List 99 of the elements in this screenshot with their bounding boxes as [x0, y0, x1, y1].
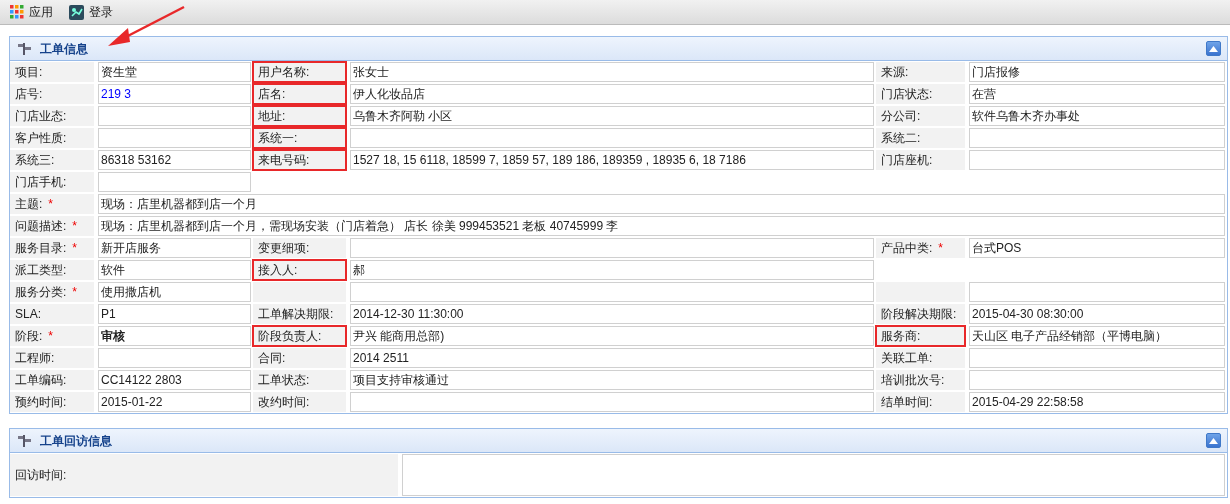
- input-field[interactable]: 2014 2511: [350, 348, 874, 368]
- field-label: 客户性质:: [15, 130, 67, 147]
- field-label: 工单编码:: [15, 372, 67, 389]
- input-field[interactable]: 尹兴 能商用总部): [350, 326, 874, 346]
- input-field[interactable]: 软件: [98, 260, 251, 280]
- field-label: 阶段解决期限:: [881, 306, 957, 323]
- field-label: 阶段负责人:: [258, 328, 322, 345]
- field-label: 服务目录:: [15, 240, 67, 257]
- field-label: 服务分类:: [15, 284, 67, 301]
- input-field[interactable]: P1: [98, 304, 251, 324]
- input-field[interactable]: 乌鲁木齐阿勒 小区: [350, 106, 874, 126]
- input-field[interactable]: [350, 392, 874, 412]
- toolbar-button[interactable]: 登录: [65, 3, 117, 21]
- input-field[interactable]: [969, 150, 1225, 170]
- field-label: 工单解决期限:: [258, 306, 334, 323]
- field-label: 工单状态:: [258, 372, 310, 389]
- input-field[interactable]: 现场：店里机器都到店一个月: [98, 194, 1225, 214]
- input-field[interactable]: [98, 128, 251, 148]
- field-label: 派工类型:: [15, 262, 67, 279]
- input-field[interactable]: [350, 282, 874, 302]
- field-label: 用户名称:: [258, 64, 310, 81]
- input-field[interactable]: [969, 128, 1225, 148]
- input-field[interactable]: 2015-04-30 08:30:00: [969, 304, 1225, 324]
- field-label: 店号:: [15, 86, 43, 103]
- field-label: 关联工单:: [881, 350, 933, 367]
- field-label: 预约时间:: [15, 394, 67, 411]
- panel-title: 工单回访信息: [40, 432, 112, 450]
- field-label: 店名:: [258, 86, 286, 103]
- field-label: 回访时间:: [15, 467, 67, 484]
- field-label: 阶段:: [15, 328, 43, 345]
- input-field[interactable]: [969, 348, 1225, 368]
- toolbar-button[interactable]: 应用: [6, 3, 57, 21]
- required-mark: *: [48, 196, 53, 213]
- required-mark: *: [938, 240, 943, 257]
- input-field[interactable]: 门店报修: [969, 62, 1225, 82]
- input-field[interactable]: 软件乌鲁木齐办事处: [969, 106, 1225, 126]
- field-label: 接入人:: [258, 262, 298, 279]
- input-field[interactable]: CC14122 2803: [98, 370, 251, 390]
- input-field[interactable]: 新开店服务: [98, 238, 251, 258]
- input-field[interactable]: 86318 53162: [98, 150, 251, 170]
- field-label: 项目:: [15, 64, 43, 81]
- signpost-icon: [18, 42, 32, 55]
- input-field[interactable]: 使用撒店机: [98, 282, 251, 302]
- required-mark: *: [48, 328, 53, 345]
- field-label: 门店座机:: [881, 152, 933, 169]
- field-label: 产品中类:: [881, 240, 933, 257]
- input-field[interactable]: 现场：店里机器都到店一个月，需现场安装（门店着急） 店长 徐美 999453521 老板 40745999 李: [98, 216, 1225, 236]
- input-field[interactable]: [98, 172, 251, 192]
- collapse-button[interactable]: [1206, 433, 1221, 448]
- field-label: 改约时间:: [258, 394, 310, 411]
- panel-title: 工单信息: [40, 40, 88, 58]
- field-label: 地址:: [258, 108, 286, 125]
- input-field[interactable]: 台式POS: [969, 238, 1225, 258]
- field-label: 变更细项:: [258, 240, 310, 257]
- collapse-button[interactable]: [1206, 41, 1221, 56]
- required-mark: *: [72, 218, 77, 235]
- input-field[interactable]: 天山区 电子产品经销部（平博电脑）: [969, 326, 1225, 346]
- field-label: 门店状态:: [881, 86, 933, 103]
- input-field[interactable]: 1527 18, 15 6118, 18599 7, 1859 57, 189 186, 189359 , 18935 6, 18 7186: [350, 150, 874, 170]
- input-field[interactable]: [350, 238, 874, 258]
- grid-icon: [10, 5, 24, 19]
- input-field[interactable]: [350, 128, 874, 148]
- required-mark: *: [72, 284, 77, 301]
- field-label: 系统一:: [258, 130, 298, 147]
- field-label: 结单时间:: [881, 394, 933, 411]
- input-field[interactable]: [98, 106, 251, 126]
- input-field[interactable]: 在营: [969, 84, 1225, 104]
- required-mark: *: [72, 240, 77, 257]
- input-field[interactable]: [98, 348, 251, 368]
- field-label: 系统二:: [881, 130, 921, 147]
- field-label: 培训批次号:: [881, 372, 945, 389]
- caret-up-icon: [1209, 437, 1218, 444]
- input-field[interactable]: [402, 454, 1225, 496]
- field-label: 来电号码:: [258, 152, 310, 169]
- field-label: 服务商:: [881, 328, 921, 345]
- field-label: 主题:: [15, 196, 43, 213]
- input-field[interactable]: 张女士: [350, 62, 874, 82]
- field-label: 合同:: [258, 350, 286, 367]
- input-field[interactable]: 项目支持审核通过: [350, 370, 874, 390]
- field-label: 门店业态:: [15, 108, 67, 125]
- field-label: 问题描述:: [15, 218, 67, 235]
- input-field[interactable]: 伊人化妆品店: [350, 84, 874, 104]
- field-label: 分公司:: [881, 108, 921, 125]
- input-field[interactable]: 审核: [98, 326, 251, 346]
- input-field[interactable]: 2015-01-22: [98, 392, 251, 412]
- input-field[interactable]: 2014-12-30 11:30:00: [350, 304, 874, 324]
- signpost-icon: [18, 434, 32, 447]
- input-field[interactable]: [969, 282, 1225, 302]
- input-field[interactable]: 219 3: [98, 84, 251, 104]
- input-field[interactable]: 2015-04-29 22:58:58: [969, 392, 1225, 412]
- field-label: SLA:: [15, 306, 41, 323]
- field-label: 来源:: [881, 64, 909, 81]
- field-label: 系统三:: [15, 152, 55, 169]
- field-label: 工程师:: [15, 350, 55, 367]
- caret-up-icon: [1209, 45, 1218, 52]
- input-field[interactable]: [969, 370, 1225, 390]
- input-field[interactable]: 郝: [350, 260, 874, 280]
- field-label: 门店手机:: [15, 174, 67, 191]
- input-field[interactable]: 资生堂: [98, 62, 251, 82]
